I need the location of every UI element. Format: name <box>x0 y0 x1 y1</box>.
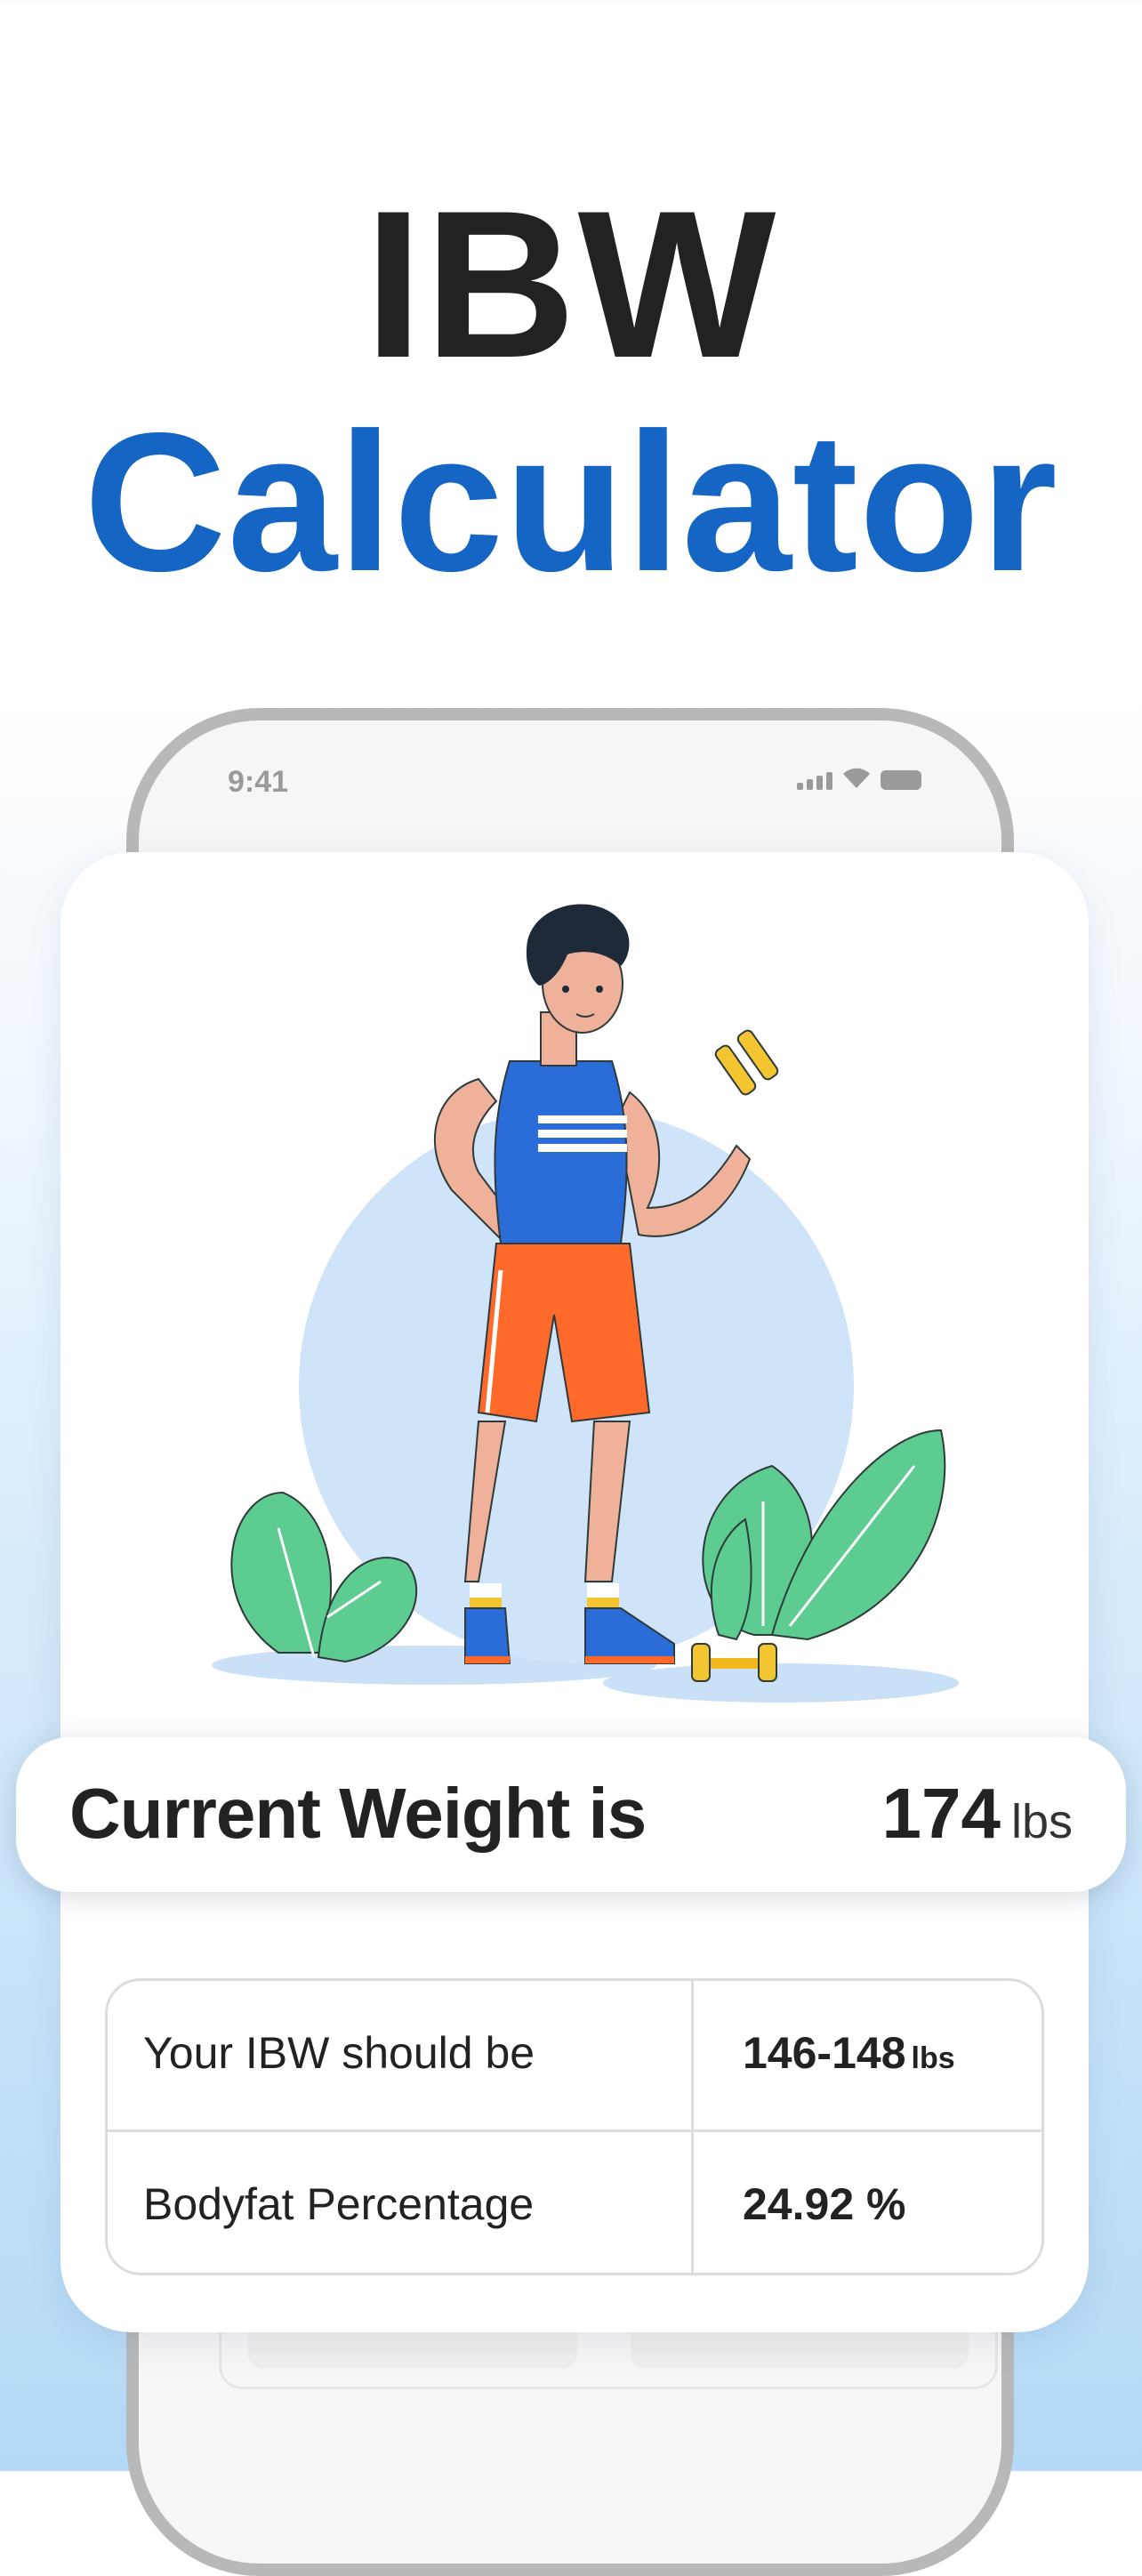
headline-ibw: IBW <box>364 167 778 402</box>
result-card: Your IBW should be 146-148 lbs Bodyfat Pe… <box>60 852 1089 2332</box>
current-weight-label: Current Weight is <box>69 1774 647 1853</box>
dumbbell-held <box>714 1029 779 1096</box>
bodyfat-value: 24.92 % <box>743 2179 906 2229</box>
status-time: 9:41 <box>228 765 289 799</box>
signal-icon <box>797 772 832 790</box>
wifi-icon <box>843 768 870 788</box>
results-table: Your IBW should be 146-148 lbs Bodyfat Pe… <box>105 1978 1044 2275</box>
table-row: Bodyfat Percentage 24.92 % <box>108 2129 1041 2273</box>
bodyfat-label: Bodyfat Percentage <box>143 2179 535 2229</box>
current-weight-value: 174 lbs <box>881 1774 1073 1853</box>
ibw-label: Your IBW should be <box>143 2028 535 2078</box>
headline-calculator: Calculator <box>84 392 1058 613</box>
current-weight-bar: Current Weight is 174 lbs <box>16 1737 1126 1892</box>
table-row: Your IBW should be 146-148 lbs <box>108 1981 1041 2129</box>
ibw-value: 146-148 lbs <box>743 2028 955 2078</box>
battery-icon <box>881 770 921 790</box>
status-icons <box>797 767 921 790</box>
fitness-illustration <box>212 904 959 1703</box>
